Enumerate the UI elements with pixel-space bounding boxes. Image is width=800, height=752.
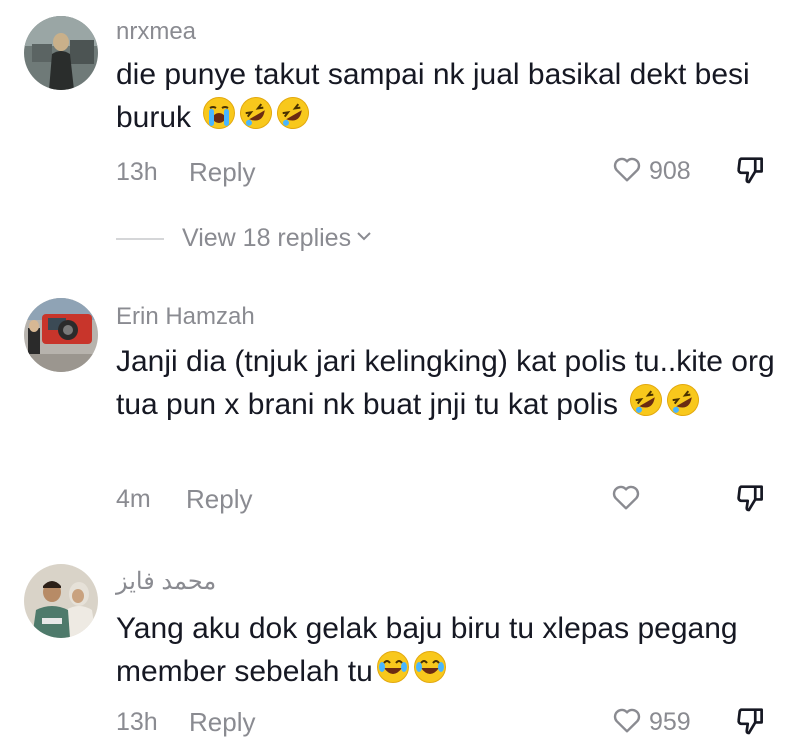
reply-button[interactable]: Reply — [186, 484, 252, 515]
username[interactable]: محمد فايز — [116, 567, 216, 596]
dislike-button[interactable] — [734, 704, 768, 743]
avatar[interactable] — [24, 298, 98, 372]
comment-text-block: Yang aku dok gelak baju biru tu xlepas p… — [116, 608, 776, 696]
comment-text-block: Janji dia (tnjuk jari kelingking) kat po… — [116, 341, 776, 429]
rolling-on-floor-laughing-icon — [239, 96, 273, 142]
like-button[interactable] — [610, 481, 648, 518]
comment-text-block: die punye takut sampai nk jual basikal d… — [116, 54, 776, 142]
username[interactable]: nrxmea — [116, 18, 196, 46]
like-count: 959 — [649, 708, 691, 736]
divider-line — [116, 237, 164, 240]
heart-outline-icon — [610, 481, 642, 518]
reply-button[interactable]: Reply — [189, 157, 255, 188]
rolling-on-floor-laughing-icon — [276, 96, 310, 142]
dislike-button[interactable] — [734, 481, 768, 520]
view-replies-label: View 18 replies — [182, 224, 352, 252]
thumbs-down-outline-icon — [734, 708, 768, 742]
face-with-tears-of-joy-icon — [376, 650, 410, 696]
reply-button[interactable]: Reply — [189, 707, 255, 738]
username[interactable]: Erin Hamzah — [116, 303, 255, 331]
like-button[interactable]: 908 — [611, 153, 691, 190]
heart-outline-icon — [611, 153, 643, 190]
comment-time: 13h — [116, 708, 158, 736]
face-with-tears-of-joy-icon — [413, 650, 447, 696]
loudly-crying-face-icon — [202, 96, 236, 142]
like-count: 908 — [649, 157, 691, 185]
heart-outline-icon — [611, 704, 643, 741]
thumbs-down-outline-icon — [734, 157, 768, 191]
rolling-on-floor-laughing-icon — [666, 383, 700, 429]
rolling-on-floor-laughing-icon — [629, 383, 663, 429]
thumbs-down-outline-icon — [734, 485, 768, 519]
like-button[interactable]: 959 — [611, 704, 691, 741]
avatar[interactable] — [24, 564, 98, 638]
comment-time: 13h — [116, 158, 158, 186]
comment-time: 4m — [116, 485, 151, 513]
view-replies-button[interactable]: View 18 replies — [116, 224, 373, 253]
chevron-down-icon — [355, 227, 373, 250]
dislike-button[interactable] — [734, 153, 768, 192]
avatar[interactable] — [24, 16, 98, 90]
